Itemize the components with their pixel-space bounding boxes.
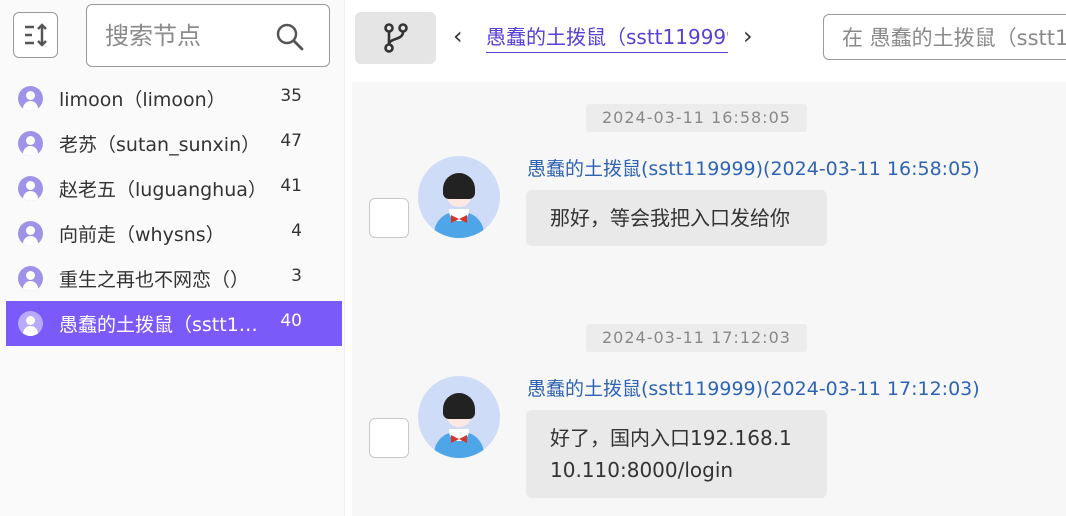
message-sender[interactable]: 愚蠢的土拨鼠(sstt119999)(2024-03-11 17:12:03) bbox=[527, 374, 980, 401]
branch-button[interactable] bbox=[355, 12, 436, 64]
node-count: 47 bbox=[280, 131, 302, 151]
message-checkbox[interactable] bbox=[369, 198, 409, 238]
node-count: 3 bbox=[291, 266, 302, 286]
user-avatar-icon bbox=[418, 156, 500, 238]
node-name: 赵老五（luguanghua） bbox=[59, 179, 267, 201]
sort-button[interactable] bbox=[13, 12, 58, 58]
node-item[interactable]: 老苏（sutan_sunxin） 47 bbox=[6, 121, 342, 166]
breadcrumb[interactable]: 愚蠢的土拨鼠（sstt119999） bbox=[486, 21, 728, 53]
search-icon[interactable] bbox=[275, 22, 305, 52]
node-item[interactable]: 赵老五（luguanghua） 41 bbox=[6, 166, 342, 211]
branch-icon bbox=[383, 23, 408, 53]
sort-icon bbox=[24, 23, 47, 47]
node-name: 老苏（sutan_sunxin） bbox=[59, 134, 261, 156]
user-avatar-icon bbox=[418, 376, 500, 458]
node-count: 35 bbox=[280, 86, 302, 106]
node-count: 41 bbox=[280, 176, 302, 196]
node-name: 向前走（whysns） bbox=[59, 224, 225, 246]
node-item-active[interactable]: 愚蠢的土拨鼠（sstt119999） 40 bbox=[6, 301, 342, 346]
sidebar: limoon（limoon） 35 老苏（sutan_sunxin） 47 赵老… bbox=[0, 0, 344, 516]
node-name: 重生之再也不网恋（） bbox=[59, 269, 250, 291]
user-avatar-icon bbox=[18, 176, 43, 201]
node-name: limoon（limoon） bbox=[59, 89, 226, 111]
user-avatar-icon bbox=[18, 131, 43, 156]
node-count: 4 bbox=[291, 221, 302, 241]
user-avatar-icon bbox=[18, 221, 43, 246]
chat-search-input[interactable] bbox=[842, 23, 1066, 53]
node-search-input[interactable] bbox=[105, 19, 275, 53]
node-item[interactable]: limoon（limoon） 35 bbox=[6, 76, 342, 121]
user-avatar-icon bbox=[18, 266, 43, 291]
panel-divider[interactable] bbox=[344, 0, 345, 516]
node-item[interactable]: 重生之再也不网恋（） 3 bbox=[6, 256, 342, 301]
message-sender[interactable]: 愚蠢的土拨鼠(sstt119999)(2024-03-11 16:58:05) bbox=[527, 154, 980, 181]
node-count: 40 bbox=[280, 311, 302, 331]
message-bubble: 那好，等会我把入口发给你 bbox=[526, 190, 827, 246]
chat-search-box bbox=[823, 14, 1066, 60]
node-search-box bbox=[86, 4, 330, 67]
node-name: 愚蠢的土拨鼠（sstt119999） bbox=[59, 314, 269, 336]
user-avatar-icon bbox=[18, 311, 43, 336]
app-window: limoon（limoon） 35 老苏（sutan_sunxin） 47 赵老… bbox=[0, 0, 1066, 516]
message-checkbox[interactable] bbox=[369, 418, 409, 458]
message-timestamp: 2024-03-11 16:58:05 bbox=[586, 104, 807, 132]
chat-toolbar: ‹ 愚蠢的土拨鼠（sstt119999） › bbox=[352, 0, 1066, 74]
node-item[interactable]: 向前走（whysns） 4 bbox=[6, 211, 342, 256]
chat-panel: ‹ 愚蠢的土拨鼠（sstt119999） › 2024-03-11 16:58:… bbox=[352, 0, 1066, 516]
message-area[interactable]: 2024-03-11 16:58:05 愚蠢的土拨鼠(sstt119999)(2… bbox=[352, 82, 1066, 516]
message-timestamp: 2024-03-11 17:12:03 bbox=[586, 324, 807, 352]
chevron-left-icon[interactable]: ‹ bbox=[453, 22, 463, 50]
message-bubble: 好了，国内入口192.168.110.110:8000/login bbox=[526, 410, 827, 498]
chevron-right-icon[interactable]: › bbox=[743, 22, 753, 50]
user-avatar-icon bbox=[18, 86, 43, 111]
node-list: limoon（limoon） 35 老苏（sutan_sunxin） 47 赵老… bbox=[0, 76, 344, 346]
